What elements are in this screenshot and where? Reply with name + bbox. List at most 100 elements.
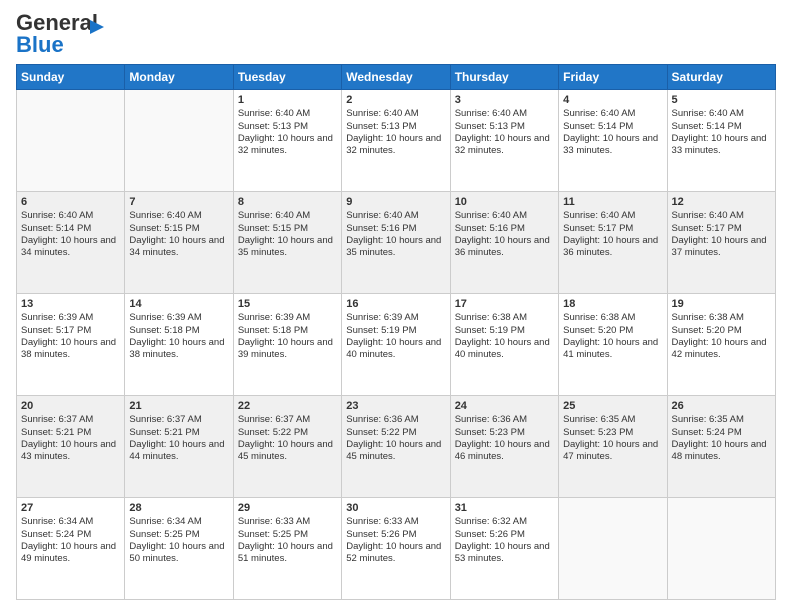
day-info: Sunset: 5:23 PM bbox=[455, 427, 525, 438]
calendar-cell bbox=[125, 90, 233, 192]
day-info: Daylight: 10 hours and 32 minutes. bbox=[346, 133, 441, 156]
day-info: Sunrise: 6:37 AM bbox=[21, 414, 93, 425]
day-info: Sunrise: 6:40 AM bbox=[455, 108, 527, 119]
day-number: 17 bbox=[455, 297, 554, 311]
day-info: Daylight: 10 hours and 36 minutes. bbox=[563, 235, 658, 258]
day-number: 30 bbox=[346, 501, 445, 515]
day-number: 3 bbox=[455, 93, 554, 107]
day-info: Daylight: 10 hours and 53 minutes. bbox=[455, 541, 550, 564]
day-info: Sunset: 5:21 PM bbox=[129, 427, 199, 438]
day-header-friday: Friday bbox=[559, 65, 667, 90]
day-number: 29 bbox=[238, 501, 337, 515]
calendar-cell bbox=[17, 90, 125, 192]
day-info: Daylight: 10 hours and 32 minutes. bbox=[238, 133, 333, 156]
calendar-cell: 22Sunrise: 6:37 AMSunset: 5:22 PMDayligh… bbox=[233, 396, 341, 498]
day-header-monday: Monday bbox=[125, 65, 233, 90]
day-info: Sunset: 5:13 PM bbox=[455, 121, 525, 132]
day-number: 18 bbox=[563, 297, 662, 311]
day-info: Sunrise: 6:36 AM bbox=[346, 414, 418, 425]
day-number: 1 bbox=[238, 93, 337, 107]
day-info: Sunset: 5:26 PM bbox=[455, 529, 525, 540]
day-info: Sunset: 5:21 PM bbox=[21, 427, 91, 438]
day-info: Sunset: 5:17 PM bbox=[21, 325, 91, 336]
calendar-cell: 11Sunrise: 6:40 AMSunset: 5:17 PMDayligh… bbox=[559, 192, 667, 294]
day-info: Sunrise: 6:34 AM bbox=[21, 516, 93, 527]
day-number: 23 bbox=[346, 399, 445, 413]
day-number: 25 bbox=[563, 399, 662, 413]
day-info: Daylight: 10 hours and 47 minutes. bbox=[563, 439, 658, 462]
day-info: Sunrise: 6:33 AM bbox=[238, 516, 310, 527]
day-number: 11 bbox=[563, 195, 662, 209]
calendar-cell: 18Sunrise: 6:38 AMSunset: 5:20 PMDayligh… bbox=[559, 294, 667, 396]
header: General Blue bbox=[16, 12, 776, 56]
calendar-cell: 1Sunrise: 6:40 AMSunset: 5:13 PMDaylight… bbox=[233, 90, 341, 192]
week-row-2: 6Sunrise: 6:40 AMSunset: 5:14 PMDaylight… bbox=[17, 192, 776, 294]
day-info: Daylight: 10 hours and 50 minutes. bbox=[129, 541, 224, 564]
day-info: Sunrise: 6:40 AM bbox=[21, 210, 93, 221]
calendar-cell: 21Sunrise: 6:37 AMSunset: 5:21 PMDayligh… bbox=[125, 396, 233, 498]
day-number: 22 bbox=[238, 399, 337, 413]
week-row-4: 20Sunrise: 6:37 AMSunset: 5:21 PMDayligh… bbox=[17, 396, 776, 498]
day-info: Sunset: 5:26 PM bbox=[346, 529, 416, 540]
day-info: Sunset: 5:15 PM bbox=[238, 223, 308, 234]
day-number: 21 bbox=[129, 399, 228, 413]
calendar-cell: 25Sunrise: 6:35 AMSunset: 5:23 PMDayligh… bbox=[559, 396, 667, 498]
day-info: Daylight: 10 hours and 45 minutes. bbox=[346, 439, 441, 462]
day-info: Daylight: 10 hours and 35 minutes. bbox=[238, 235, 333, 258]
day-header-tuesday: Tuesday bbox=[233, 65, 341, 90]
day-header-wednesday: Wednesday bbox=[342, 65, 450, 90]
calendar-cell: 29Sunrise: 6:33 AMSunset: 5:25 PMDayligh… bbox=[233, 498, 341, 600]
day-info: Sunrise: 6:40 AM bbox=[238, 210, 310, 221]
day-number: 6 bbox=[21, 195, 120, 209]
calendar-cell bbox=[559, 498, 667, 600]
day-info: Sunset: 5:18 PM bbox=[129, 325, 199, 336]
day-info: Sunrise: 6:32 AM bbox=[455, 516, 527, 527]
day-info: Sunrise: 6:38 AM bbox=[672, 312, 744, 323]
day-number: 13 bbox=[21, 297, 120, 311]
calendar-cell: 9Sunrise: 6:40 AMSunset: 5:16 PMDaylight… bbox=[342, 192, 450, 294]
day-info: Daylight: 10 hours and 38 minutes. bbox=[21, 337, 116, 360]
day-info: Sunset: 5:24 PM bbox=[21, 529, 91, 540]
day-info: Daylight: 10 hours and 43 minutes. bbox=[21, 439, 116, 462]
page: General Blue SundayMondayTuesdayWednesda… bbox=[0, 0, 792, 612]
calendar-cell: 24Sunrise: 6:36 AMSunset: 5:23 PMDayligh… bbox=[450, 396, 558, 498]
calendar-cell: 23Sunrise: 6:36 AMSunset: 5:22 PMDayligh… bbox=[342, 396, 450, 498]
day-info: Daylight: 10 hours and 52 minutes. bbox=[346, 541, 441, 564]
day-info: Sunset: 5:13 PM bbox=[346, 121, 416, 132]
day-number: 28 bbox=[129, 501, 228, 515]
day-info: Sunrise: 6:35 AM bbox=[563, 414, 635, 425]
day-info: Sunset: 5:18 PM bbox=[238, 325, 308, 336]
day-number: 16 bbox=[346, 297, 445, 311]
day-number: 14 bbox=[129, 297, 228, 311]
day-info: Sunset: 5:20 PM bbox=[672, 325, 742, 336]
day-info: Sunset: 5:25 PM bbox=[129, 529, 199, 540]
day-number: 8 bbox=[238, 195, 337, 209]
day-number: 19 bbox=[672, 297, 771, 311]
day-info: Daylight: 10 hours and 42 minutes. bbox=[672, 337, 767, 360]
calendar-cell: 6Sunrise: 6:40 AMSunset: 5:14 PMDaylight… bbox=[17, 192, 125, 294]
day-info: Sunrise: 6:40 AM bbox=[672, 210, 744, 221]
day-info: Sunrise: 6:39 AM bbox=[21, 312, 93, 323]
day-info: Sunrise: 6:40 AM bbox=[563, 108, 635, 119]
calendar-cell: 26Sunrise: 6:35 AMSunset: 5:24 PMDayligh… bbox=[667, 396, 775, 498]
day-info: Sunrise: 6:33 AM bbox=[346, 516, 418, 527]
day-info: Sunset: 5:22 PM bbox=[238, 427, 308, 438]
logo: General Blue bbox=[16, 12, 106, 56]
day-info: Sunset: 5:16 PM bbox=[346, 223, 416, 234]
calendar-cell: 5Sunrise: 6:40 AMSunset: 5:14 PMDaylight… bbox=[667, 90, 775, 192]
calendar-cell: 12Sunrise: 6:40 AMSunset: 5:17 PMDayligh… bbox=[667, 192, 775, 294]
calendar-cell: 20Sunrise: 6:37 AM Sunset: 5:21 PMDayligh… bbox=[17, 396, 125, 498]
day-header-thursday: Thursday bbox=[450, 65, 558, 90]
calendar-cell: 13Sunrise: 6:39 AM Sunset: 5:17 PMDayligh… bbox=[17, 294, 125, 396]
day-info: Daylight: 10 hours and 40 minutes. bbox=[455, 337, 550, 360]
day-number: 4 bbox=[563, 93, 662, 107]
day-number: 26 bbox=[672, 399, 771, 413]
day-number: 20 bbox=[21, 399, 120, 413]
day-info: Sunset: 5:19 PM bbox=[455, 325, 525, 336]
logo-line2: Blue bbox=[16, 34, 64, 56]
calendar-cell: 15Sunrise: 6:39 AMSunset: 5:18 PMDayligh… bbox=[233, 294, 341, 396]
day-number: 12 bbox=[672, 195, 771, 209]
day-info: Daylight: 10 hours and 32 minutes. bbox=[455, 133, 550, 156]
day-info: Daylight: 10 hours and 45 minutes. bbox=[238, 439, 333, 462]
calendar-cell: 19Sunrise: 6:38 AM Sunset: 5:20 PMDayligh… bbox=[667, 294, 775, 396]
